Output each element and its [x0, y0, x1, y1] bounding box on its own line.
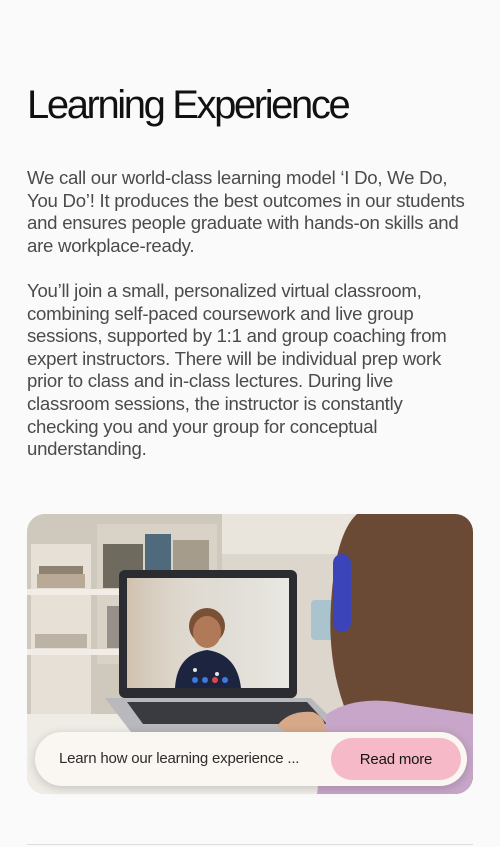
intro-paragraph: We call our world-class learning model ‘… — [27, 167, 465, 256]
read-more-button[interactable]: Read more — [331, 738, 461, 780]
section-title: Learning Experience — [27, 83, 351, 127]
details-paragraph: You’ll join a small, personalized virtua… — [27, 280, 447, 460]
section-divider — [27, 844, 473, 845]
learn-more-text: Learn how our learning experience ... — [59, 750, 300, 767]
learn-more-bar: Learn how our learning experience ... Re… — [35, 732, 467, 786]
